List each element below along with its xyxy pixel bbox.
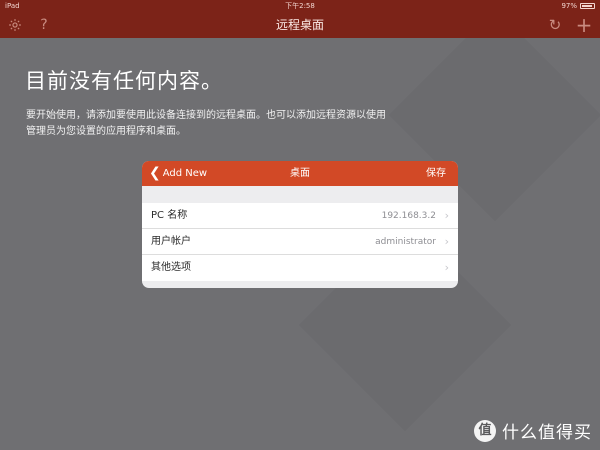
pc-name-row[interactable]: PC 名称 192.168.3.2 › bbox=[142, 203, 458, 229]
battery-percent: 97% bbox=[561, 2, 577, 10]
save-button[interactable]: 保存 bbox=[426, 161, 446, 186]
help-icon[interactable]: ? bbox=[36, 12, 52, 38]
refresh-icon[interactable]: ↻ bbox=[546, 12, 564, 38]
empty-state-title: 目前没有任何内容。 bbox=[25, 69, 223, 93]
gear-icon[interactable] bbox=[6, 12, 24, 38]
empty-state-description: 要开始使用，请添加要使用此设备连接到的远程桌面。也可以添加远程资源以使用管理员为… bbox=[26, 110, 386, 137]
row-value: 192.168.3.2 bbox=[381, 211, 436, 221]
status-bar: iPad 下午2:58 97% bbox=[0, 0, 600, 12]
nav-bar: 远程桌面 ? ↻ + bbox=[0, 12, 600, 38]
row-label: 用户帐户 bbox=[151, 236, 191, 247]
battery-icon bbox=[580, 3, 595, 9]
watermark-logo: 值 bbox=[474, 419, 496, 442]
row-label: 其他选项 bbox=[151, 262, 191, 273]
plus-icon[interactable]: + bbox=[574, 12, 594, 38]
watermark: 值 什么值得买 bbox=[474, 418, 592, 443]
add-desktop-dialog: ❮ Add New 桌面 保存 PC 名称 192.168.3.2 › 用户帐户… bbox=[142, 161, 458, 288]
dialog-header: ❮ Add New 桌面 保存 bbox=[142, 161, 458, 186]
chevron-right-icon: › bbox=[444, 209, 449, 222]
settings-list: PC 名称 192.168.3.2 › 用户帐户 administrator ›… bbox=[142, 203, 458, 281]
row-value: administrator bbox=[375, 237, 436, 247]
status-time: 下午2:58 bbox=[285, 2, 315, 10]
row-label: PC 名称 bbox=[151, 210, 188, 221]
chevron-right-icon: › bbox=[444, 261, 449, 274]
user-account-row[interactable]: 用户帐户 administrator › bbox=[142, 229, 458, 255]
dialog-title: 桌面 bbox=[290, 168, 310, 179]
battery-status: 97% bbox=[561, 0, 595, 12]
other-options-row[interactable]: 其他选项 › bbox=[142, 255, 458, 281]
watermark-text: 什么值得买 bbox=[502, 423, 592, 443]
page-title: 远程桌面 bbox=[275, 18, 324, 32]
chevron-right-icon: › bbox=[444, 235, 449, 248]
